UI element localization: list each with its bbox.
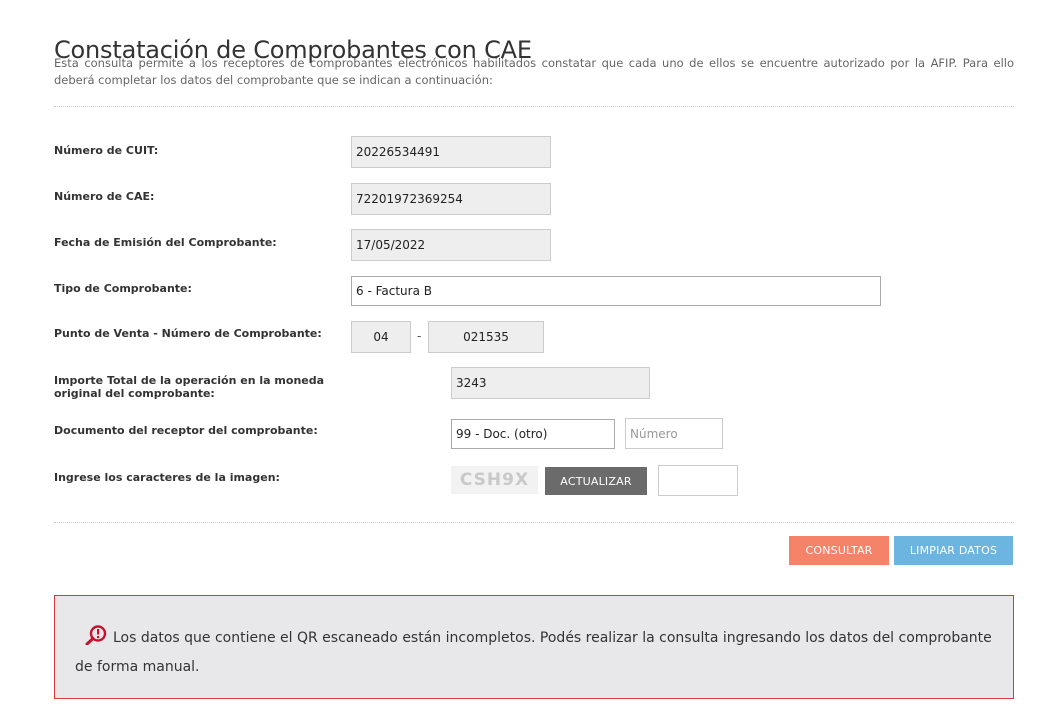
search-alert-icon	[85, 625, 107, 645]
consultar-button[interactable]: CONSULTAR	[789, 536, 889, 565]
page-description: Esta consulta permite a los receptores d…	[54, 56, 1014, 87]
punto-venta-field[interactable]	[351, 321, 411, 353]
punto-venta-label: Punto de Venta - Número de Comprobante:	[54, 327, 322, 340]
tipo-label: Tipo de Comprobante:	[54, 282, 192, 295]
top-divider	[54, 106, 1014, 107]
documento-label: Documento del receptor del comprobante:	[54, 424, 318, 437]
cuit-label: Número de CUIT:	[54, 144, 159, 157]
importe-field[interactable]	[451, 367, 650, 399]
alert-message: Los datos que contiene el QR escaneado e…	[75, 630, 992, 675]
cae-label: Número de CAE:	[54, 190, 155, 203]
importe-label: Importe Total de la operación en la mone…	[54, 374, 325, 400]
captcha-input[interactable]	[658, 465, 738, 496]
numero-comprobante-field[interactable]	[428, 321, 544, 353]
captcha-label: Ingrese los caracteres de la imagen:	[54, 471, 280, 484]
captcha-image: CSH9X	[451, 466, 538, 494]
actualizar-captcha-button[interactable]: ACTUALIZAR	[545, 467, 647, 495]
limpiar-datos-button[interactable]: LIMPIAR DATOS	[894, 536, 1013, 565]
tipo-comprobante-select[interactable]	[351, 276, 881, 306]
punto-venta-separator: -	[417, 329, 422, 343]
documento-tipo-select[interactable]	[451, 419, 615, 449]
fecha-label: Fecha de Emisión del Comprobante:	[54, 236, 277, 249]
bottom-divider	[54, 522, 1014, 523]
cuit-field[interactable]	[351, 136, 551, 168]
cae-field[interactable]	[351, 183, 551, 215]
documento-numero-input[interactable]	[625, 418, 723, 449]
qr-incomplete-alert: Los datos que contiene el QR escaneado e…	[54, 595, 1014, 699]
fecha-field[interactable]	[351, 229, 551, 261]
alert-text-block: Los datos que contiene el QR escaneado e…	[75, 624, 995, 682]
